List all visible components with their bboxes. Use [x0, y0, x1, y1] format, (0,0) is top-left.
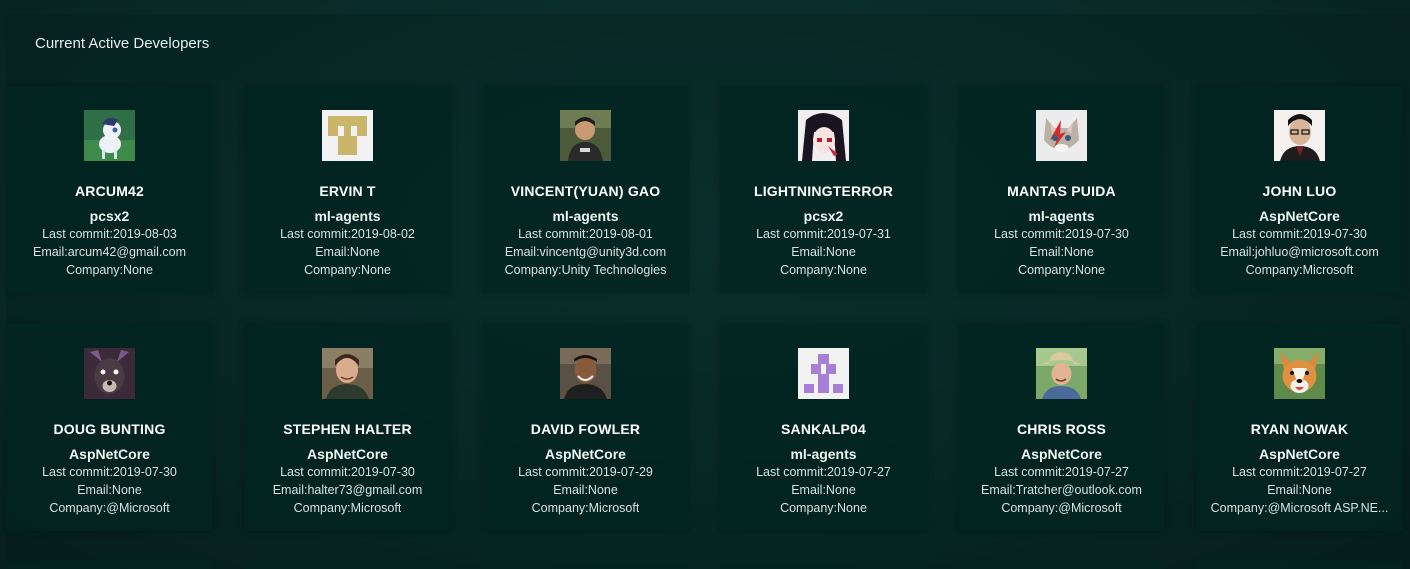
photo-avatar-icon[interactable]	[322, 348, 373, 399]
developer-card[interactable]: LIGHTNINGTERROR pcsx2 Last commit:2019-0…	[720, 86, 927, 293]
developer-name: DAVID FOWLER	[530, 421, 641, 437]
developer-email: Email:halter73@gmail.com	[272, 483, 423, 497]
developer-email: Email:None	[791, 245, 856, 259]
corgi-avatar-icon[interactable]	[1274, 348, 1325, 399]
developer-name: LIGHTNINGTERROR	[753, 183, 894, 199]
developer-card[interactable]: RYAN NOWAK AspNetCore Last commit:2019-0…	[1196, 324, 1403, 531]
developer-card[interactable]: STEPHEN HALTER AspNetCore Last commit:20…	[244, 324, 451, 531]
developer-email: Email:None	[77, 483, 142, 497]
last-commit: Last commit:2019-07-30	[1232, 227, 1367, 241]
developer-email: Email:johluo@microsoft.com	[1220, 245, 1379, 259]
next-row-peek	[6, 561, 1404, 569]
last-commit: Last commit:2019-07-30	[280, 465, 415, 479]
developer-card-peek	[958, 561, 1165, 569]
developer-card[interactable]: JOHN LUO AspNetCore Last commit:2019-07-…	[1196, 86, 1403, 293]
last-commit: Last commit:2019-07-30	[994, 227, 1129, 241]
last-commit: Last commit:2019-08-02	[280, 227, 415, 241]
developer-card[interactable]: VINCENT(YUAN) GAO ml-agents Last commit:…	[482, 86, 689, 293]
developer-company: Company:None	[780, 263, 867, 277]
identicon-avatar-icon[interactable]	[798, 348, 849, 399]
last-commit: Last commit:2019-08-03	[42, 227, 177, 241]
last-commit: Last commit:2019-07-27	[756, 465, 891, 479]
developer-card[interactable]: CHRIS ROSS AspNetCore Last commit:2019-0…	[958, 324, 1165, 531]
photo-avatar-icon[interactable]	[560, 348, 611, 399]
developer-card-peek	[6, 561, 213, 569]
developer-email: Email:None	[553, 483, 618, 497]
developer-card[interactable]: MANTAS PUIDA ml-agents Last commit:2019-…	[958, 86, 1165, 293]
dog-avatar-icon[interactable]	[84, 348, 135, 399]
developer-card[interactable]: DAVID FOWLER AspNetCore Last commit:2019…	[482, 324, 689, 531]
developer-name: SANKALP04	[780, 421, 867, 437]
developer-card-peek	[482, 561, 689, 569]
developer-repo[interactable]: pcsx2	[804, 207, 844, 225]
last-commit: Last commit:2019-07-30	[42, 465, 177, 479]
developer-repo[interactable]: ml-agents	[552, 207, 618, 225]
developer-repo[interactable]: AspNetCore	[1259, 445, 1340, 463]
anime-avatar-icon[interactable]	[798, 110, 849, 161]
cat-avatar-icon[interactable]	[1036, 110, 1087, 161]
developer-company: Company:@Microsoft	[1001, 501, 1122, 515]
developer-name: ARCUM42	[74, 183, 145, 199]
developer-card-peek	[244, 561, 451, 569]
developer-company: Company:None	[66, 263, 153, 277]
developer-grid: ARCUM42 pcsx2 Last commit:2019-08-03 Ema…	[6, 86, 1404, 531]
developer-company: Company:None	[1018, 263, 1105, 277]
developer-company: Company:None	[780, 501, 867, 515]
developer-email: Email:None	[315, 245, 380, 259]
developer-repo[interactable]: AspNetCore	[69, 445, 150, 463]
photo-avatar-icon[interactable]	[560, 110, 611, 161]
last-commit: Last commit:2019-07-31	[756, 227, 891, 241]
developer-name: JOHN LUO	[1262, 183, 1337, 199]
developer-company: Company:@Microsoft ASP.NE...	[1210, 501, 1389, 515]
developer-card-peek	[1196, 561, 1403, 569]
developer-name: ERVIN T	[319, 183, 376, 199]
developer-card[interactable]: ARCUM42 pcsx2 Last commit:2019-08-03 Ema…	[6, 86, 213, 293]
developer-name: DOUG BUNTING	[53, 421, 166, 437]
developer-name: VINCENT(YUAN) GAO	[510, 183, 661, 199]
developer-repo[interactable]: pcsx2	[90, 207, 130, 225]
developer-name: MANTAS PUIDA	[1007, 183, 1116, 199]
developer-repo[interactable]: AspNetCore	[1021, 445, 1102, 463]
photo-avatar-icon[interactable]	[1036, 348, 1087, 399]
panel-title: Current Active Developers	[35, 35, 210, 52]
developer-card-peek	[720, 561, 927, 569]
developer-email: Email:arcum42@gmail.com	[32, 245, 186, 259]
developer-email: Email:None	[791, 483, 856, 497]
pony-avatar-icon[interactable]	[84, 110, 135, 161]
developer-email: Email:None	[1267, 483, 1332, 497]
developer-email: Email:Tratcher@outlook.com	[981, 483, 1142, 497]
developer-company: Company:Microsoft	[1245, 263, 1354, 277]
developer-name: STEPHEN HALTER	[283, 421, 412, 437]
developer-company: Company:Unity Technologies	[504, 263, 667, 277]
last-commit: Last commit:2019-08-01	[518, 227, 653, 241]
developer-name: RYAN NOWAK	[1250, 421, 1349, 437]
developer-repo[interactable]: ml-agents	[790, 445, 856, 463]
developer-company: Company:None	[304, 263, 391, 277]
developer-repo[interactable]: ml-agents	[314, 207, 380, 225]
developer-email: Email:None	[1029, 245, 1094, 259]
developer-repo[interactable]: AspNetCore	[1259, 207, 1340, 225]
last-commit: Last commit:2019-07-29	[518, 465, 653, 479]
developer-name: CHRIS ROSS	[1016, 421, 1107, 437]
last-commit: Last commit:2019-07-27	[1232, 465, 1367, 479]
last-commit: Last commit:2019-07-27	[994, 465, 1129, 479]
developer-email: Email:vincentg@unity3d.com	[504, 245, 667, 259]
developer-card[interactable]: SANKALP04 ml-agents Last commit:2019-07-…	[720, 324, 927, 531]
developer-company: Company:@Microsoft	[49, 501, 170, 515]
developer-company: Company:Microsoft	[293, 501, 402, 515]
identicon-avatar-icon[interactable]	[322, 110, 373, 161]
developer-repo[interactable]: AspNetCore	[307, 445, 388, 463]
developer-company: Company:Microsoft	[531, 501, 640, 515]
developer-card[interactable]: DOUG BUNTING AspNetCore Last commit:2019…	[6, 324, 213, 531]
photo-avatar-icon[interactable]	[1274, 110, 1325, 161]
developer-card[interactable]: ERVIN T ml-agents Last commit:2019-08-02…	[244, 86, 451, 293]
developer-repo[interactable]: ml-agents	[1028, 207, 1094, 225]
developer-repo[interactable]: AspNetCore	[545, 445, 626, 463]
